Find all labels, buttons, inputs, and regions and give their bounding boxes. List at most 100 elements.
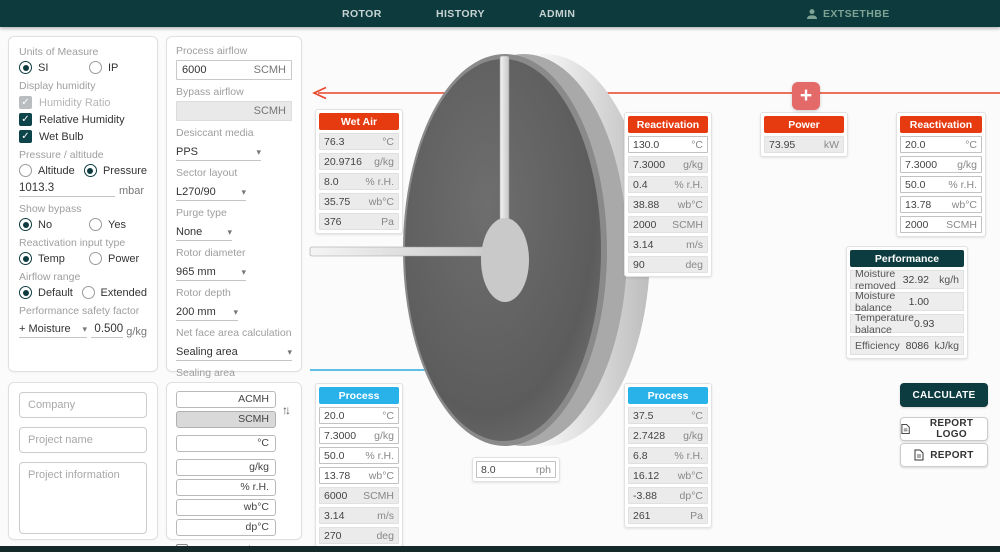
pressure-input[interactable] bbox=[19, 179, 115, 197]
wet-air-box: Wet Air 76.3°C 20.9716g/kg 8.0% r.H. 35.… bbox=[315, 109, 403, 234]
user-menu[interactable]: EXTSETHBE bbox=[806, 0, 890, 27]
performance-row: Moisture balance1.00 bbox=[850, 292, 964, 311]
power-box: Power 73.95kW bbox=[760, 112, 848, 157]
reactivation-cond-wetbulb-field[interactable]: 13.78wb°C bbox=[900, 196, 982, 213]
performance-row: Moisture removed32.92kg/h bbox=[850, 270, 964, 289]
rotor-diameter-select[interactable]: 965 mm ▾ bbox=[176, 264, 246, 281]
swap-arrows-icon[interactable]: ↑↓ bbox=[282, 403, 288, 417]
radio-icon bbox=[84, 164, 97, 177]
wet-air-row: 76.3°C bbox=[319, 133, 399, 150]
purge-type-select[interactable]: None ▾ bbox=[176, 224, 232, 241]
project-info-input[interactable] bbox=[19, 462, 147, 534]
power-header: Power bbox=[764, 116, 844, 133]
process-outlet-row: 261Pa bbox=[628, 507, 708, 524]
net-face-area-select[interactable]: Sealing area ▾ bbox=[176, 344, 292, 361]
report-button[interactable]: REPORT bbox=[900, 443, 988, 467]
reactivation-inlet-box: Reactivation 130.0°C 7.3000g/kg 0.4% r.H… bbox=[624, 112, 712, 277]
reactivation-cond-temp-field[interactable]: 20.0°C bbox=[900, 136, 982, 153]
sector-layout-select[interactable]: L270/90 ▾ bbox=[176, 184, 246, 201]
username-label: EXTSETHBE bbox=[823, 8, 890, 20]
humidity-unit-wb-button[interactable]: wb°C bbox=[176, 499, 276, 516]
process-rh-field[interactable]: 50.0% r.H. bbox=[319, 447, 399, 464]
tab-admin[interactable]: ADMIN bbox=[539, 0, 575, 27]
process-airflow-field[interactable]: SCMH bbox=[176, 60, 292, 80]
display-humidity-label: Display humidity bbox=[19, 80, 147, 92]
checkbox-wet-bulb[interactable]: ✓ Wet Bulb bbox=[19, 130, 147, 143]
humidity-unit-gkg-button[interactable]: g/kg bbox=[176, 459, 276, 476]
process-outlet-row: 37.5°C bbox=[628, 407, 708, 424]
sector-layout-label: Sector layout bbox=[176, 167, 292, 179]
checkbox-relative-humidity[interactable]: ✓ Relative Humidity bbox=[19, 113, 147, 126]
radio-icon bbox=[19, 164, 32, 177]
reactivation-cond-flow-field[interactable]: 2000SCMH bbox=[900, 216, 982, 233]
company-input[interactable] bbox=[19, 392, 147, 418]
rotation-speed-field[interactable]: 8.0rph bbox=[476, 461, 556, 478]
bypass-airflow-input bbox=[182, 105, 254, 117]
checkbox-icon: ✓ bbox=[19, 130, 32, 143]
safety-factor-input[interactable] bbox=[91, 320, 123, 338]
report-logo-button[interactable]: REPORT LOGO bbox=[900, 417, 988, 441]
rotor-config-panel: Process airflow SCMH Bypass airflow SCMH… bbox=[166, 36, 302, 372]
process-outlet-row: 16.12wb°C bbox=[628, 467, 708, 484]
process-inlet-row: 3.14m/s bbox=[319, 507, 399, 524]
process-outlet-row: 6.8% r.H. bbox=[628, 447, 708, 464]
process-inlet-box: Process 20.0°C 7.3000g/kg 50.0% r.H. 13.… bbox=[315, 383, 403, 548]
flow-unit-scmh-button[interactable]: SCMH bbox=[176, 411, 276, 428]
caret-down-icon: ▾ bbox=[256, 147, 261, 158]
radio-si[interactable]: SI bbox=[19, 61, 89, 74]
radio-altitude[interactable]: Altitude bbox=[19, 164, 84, 177]
process-wetbulb-field[interactable]: 13.78wb°C bbox=[319, 467, 399, 484]
radio-default[interactable]: Default bbox=[19, 286, 82, 299]
process-outlet-box: Process 37.5°C 2.7428g/kg 6.8% r.H. 16.1… bbox=[624, 383, 712, 528]
performance-safety-factor-label: Performance safety factor bbox=[19, 305, 147, 317]
show-bypass-label: Show bypass bbox=[19, 203, 147, 215]
radio-pressure[interactable]: Pressure bbox=[84, 164, 147, 177]
flow-unit-acmh-button[interactable]: ACMH bbox=[176, 391, 276, 408]
units-panel: ACMH SCMH ↑↓ °C g/kg % r.H. wb°C dp°C Us… bbox=[166, 382, 302, 540]
settings-panel: Units of Measure SI IP Display humidity … bbox=[8, 36, 158, 372]
process-temp-field[interactable]: 20.0°C bbox=[319, 407, 399, 424]
wet-air-row: 8.0% r.H. bbox=[319, 173, 399, 190]
radio-extended[interactable]: Extended bbox=[82, 286, 147, 299]
project-name-input[interactable] bbox=[19, 427, 147, 453]
process-airflow-input[interactable] bbox=[182, 64, 254, 76]
add-reactivation-stage-button[interactable]: + bbox=[792, 82, 820, 110]
radio-ip[interactable]: IP bbox=[89, 61, 118, 74]
pressure-altitude-label: Pressure / altitude bbox=[19, 149, 147, 161]
desiccant-media-select[interactable]: PPS ▾ bbox=[176, 144, 261, 161]
radio-temp[interactable]: Temp bbox=[19, 252, 89, 265]
reactivation-inlet-row: 2000SCMH bbox=[628, 216, 708, 233]
rotor-depth-select[interactable]: 200 mm ▾ bbox=[176, 304, 238, 321]
top-nav-bar: ROTOR HISTORY ADMIN EXTSETHBE bbox=[0, 0, 1000, 27]
process-humidity-field[interactable]: 7.3000g/kg bbox=[319, 427, 399, 444]
caret-down-icon: ▾ bbox=[241, 187, 246, 198]
reactivation-cond-humidity-field[interactable]: 7.3000g/kg bbox=[900, 156, 982, 173]
reactivation-inlet-row: 38.88wb°C bbox=[628, 196, 708, 213]
reactivation-cond-rh-field[interactable]: 50.0% r.H. bbox=[900, 176, 982, 193]
radio-bypass-no[interactable]: No bbox=[19, 218, 89, 231]
process-airflow-label: Process airflow bbox=[176, 45, 292, 57]
wet-air-row: 376Pa bbox=[319, 213, 399, 230]
reactivation-conditions-box: Reactivation 20.0°C 7.3000g/kg 50.0% r.H… bbox=[896, 112, 986, 237]
caret-down-icon: ▾ bbox=[82, 324, 87, 335]
checkbox-humidity-ratio: ✓ Humidity Ratio bbox=[19, 96, 147, 109]
radio-power[interactable]: Power bbox=[89, 252, 139, 265]
radio-bypass-yes[interactable]: Yes bbox=[89, 218, 126, 231]
safety-factor-mode-select[interactable]: + Moisture ▾ bbox=[19, 321, 87, 338]
radio-icon bbox=[19, 286, 32, 299]
radio-icon bbox=[89, 218, 102, 231]
humidity-unit-dp-button[interactable]: dp°C bbox=[176, 519, 276, 536]
tab-rotor[interactable]: ROTOR bbox=[342, 0, 382, 27]
caret-down-icon: ▾ bbox=[233, 307, 238, 318]
calculate-button[interactable]: CALCULATE bbox=[900, 383, 988, 407]
checkbox-icon: ✓ bbox=[19, 113, 32, 126]
tab-history[interactable]: HISTORY bbox=[436, 0, 485, 27]
sealing-area-label: Sealing area bbox=[176, 367, 292, 379]
project-panel bbox=[8, 382, 158, 540]
reactivation-temp-field[interactable]: 130.0°C bbox=[628, 136, 708, 153]
process-inlet-row: 270deg bbox=[319, 527, 399, 544]
humidity-unit-rh-button[interactable]: % r.H. bbox=[176, 479, 276, 496]
desiccant-media-label: Desiccant media bbox=[176, 127, 292, 139]
temp-unit-button[interactable]: °C bbox=[176, 435, 276, 452]
reactivation-inlet-row: 0.4% r.H. bbox=[628, 176, 708, 193]
